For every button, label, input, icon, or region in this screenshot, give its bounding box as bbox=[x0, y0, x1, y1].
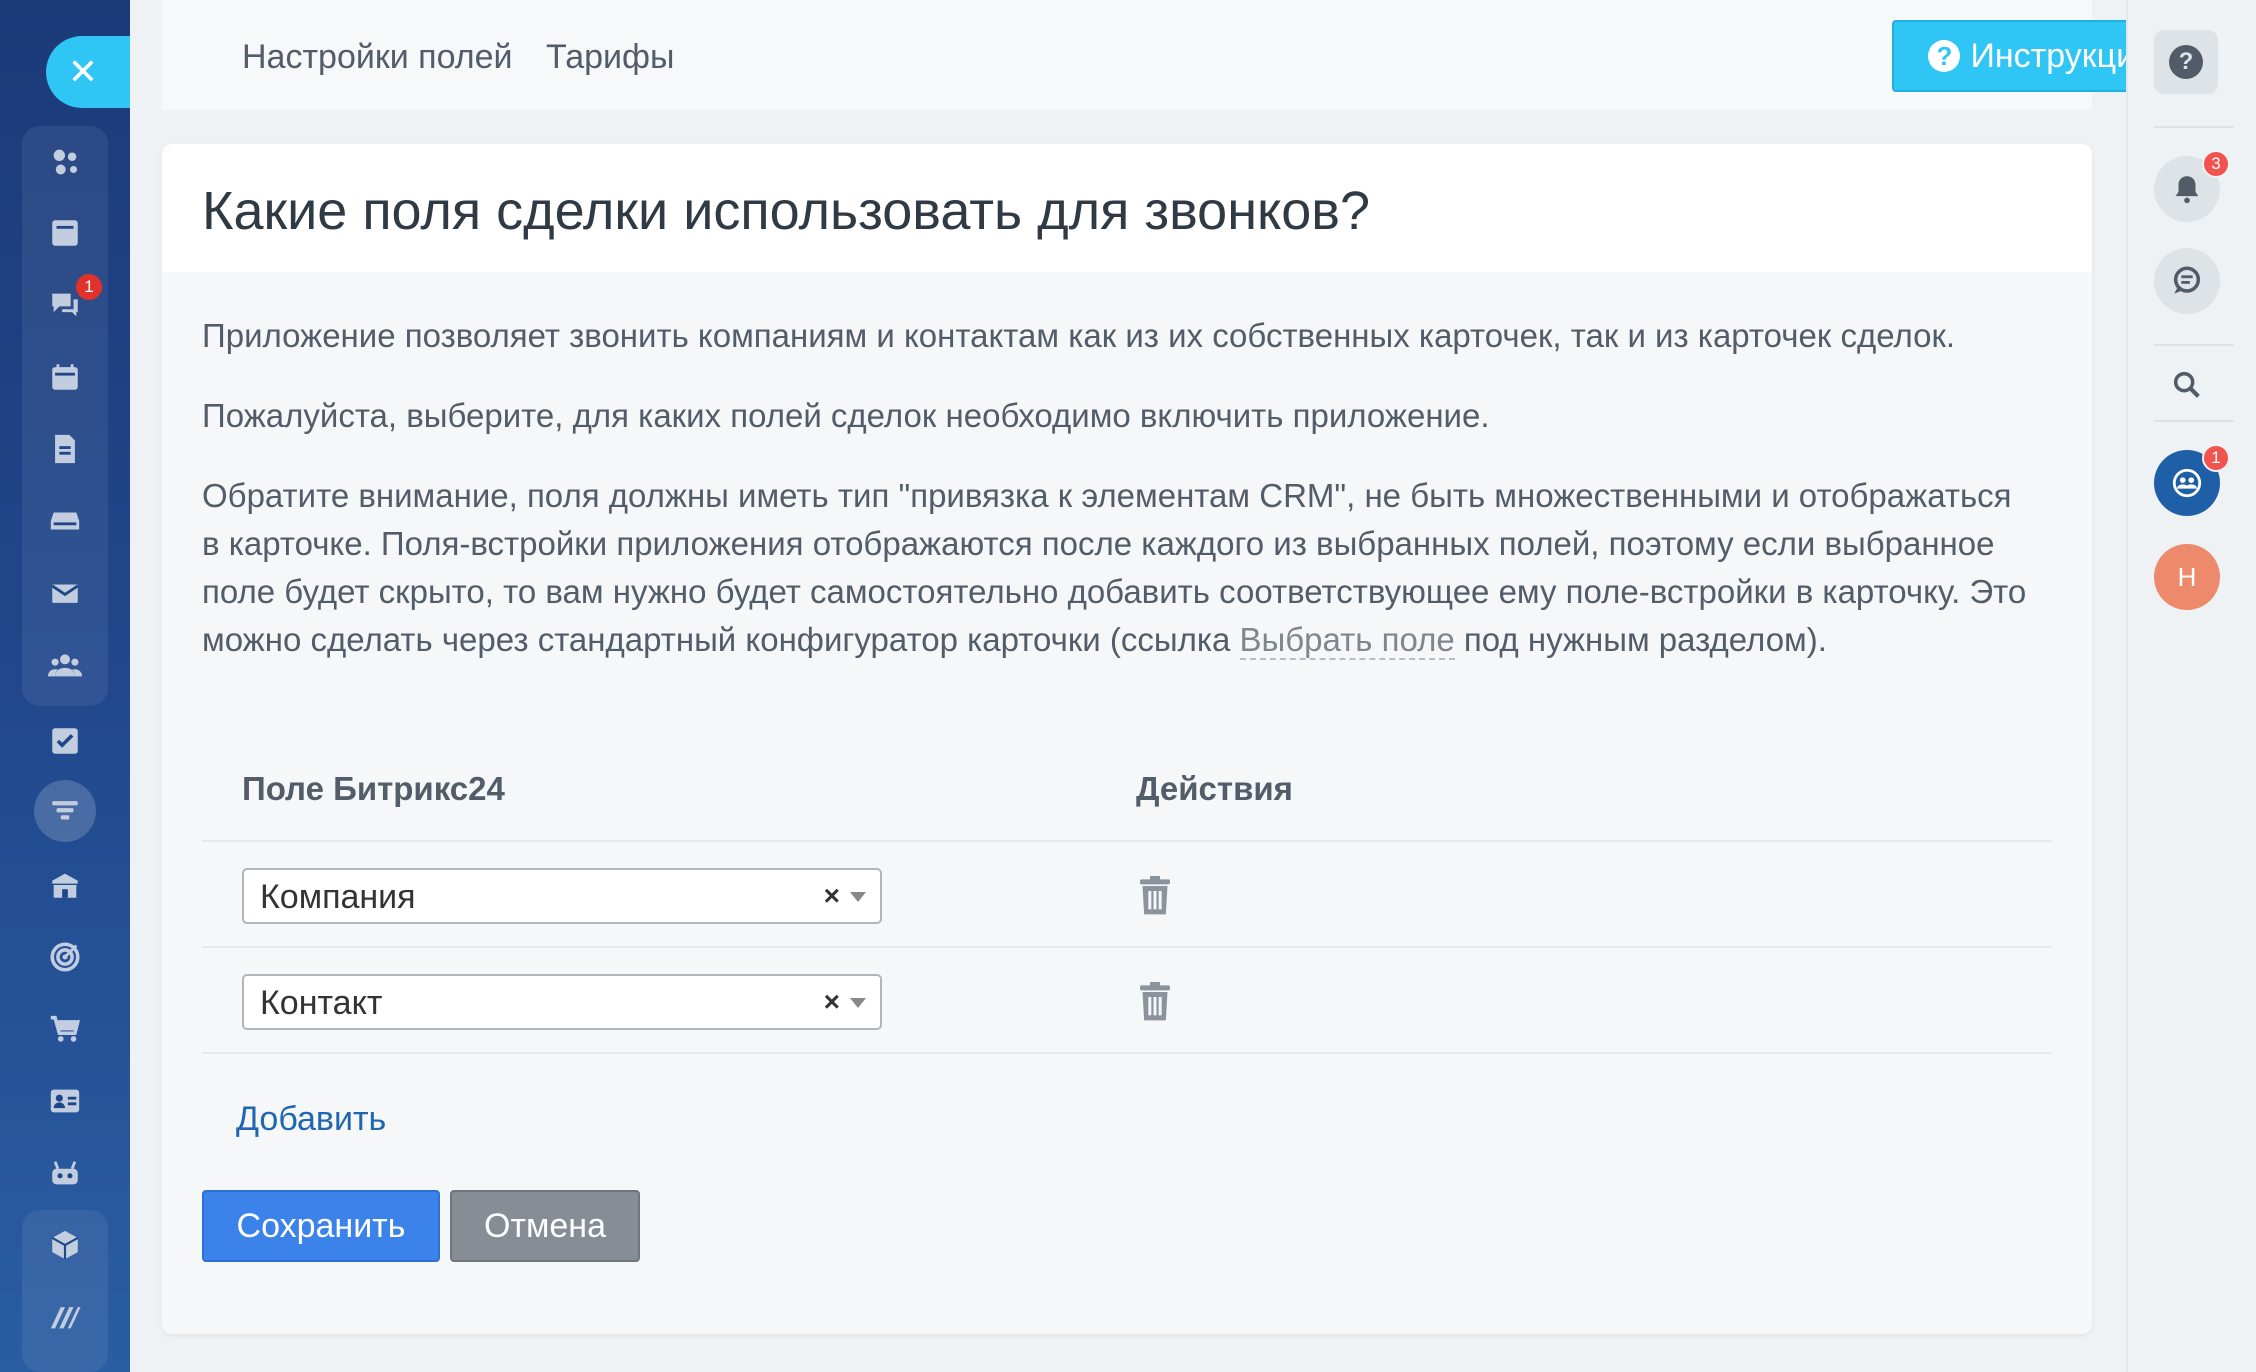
open-lines-badge: 1 bbox=[2202, 444, 2230, 472]
tab-field-settings[interactable]: Настройки полей bbox=[242, 38, 512, 77]
open-lines-icon bbox=[2172, 468, 2202, 498]
notifications-badge: 3 bbox=[2202, 150, 2230, 178]
help-icon: ? bbox=[2169, 45, 2203, 79]
feed-icon[interactable] bbox=[40, 136, 90, 186]
add-field-link[interactable]: Добавить bbox=[236, 1100, 386, 1139]
avatar[interactable]: Н bbox=[2154, 544, 2220, 610]
select-value: Контакт bbox=[260, 984, 383, 1022]
choose-field-link[interactable]: Выбрать поле bbox=[1239, 621, 1455, 660]
group-icon[interactable] bbox=[40, 640, 90, 690]
notifications-button[interactable]: 3 bbox=[2154, 150, 2230, 222]
avatar-initial: Н bbox=[2177, 561, 2197, 592]
field-select-company[interactable]: Компания × bbox=[242, 868, 882, 924]
clear-selection-icon[interactable]: × bbox=[824, 880, 840, 912]
tab-tariffs[interactable]: Тарифы bbox=[546, 38, 674, 77]
divider bbox=[2154, 344, 2234, 346]
calendar-icon[interactable] bbox=[40, 352, 90, 402]
chevron-down-icon[interactable] bbox=[850, 892, 866, 902]
top-panel: Настройки полей Тарифы ? Инструкция bbox=[162, 0, 2190, 110]
chat-badge: 1 bbox=[76, 274, 102, 300]
robot-icon[interactable] bbox=[40, 1148, 90, 1198]
help-circle-icon: ? bbox=[1928, 40, 1961, 72]
open-lines-button[interactable]: 1 bbox=[2154, 444, 2230, 516]
store-icon[interactable] bbox=[40, 860, 90, 910]
select-value: Компания bbox=[260, 878, 416, 916]
crm-funnel-icon[interactable] bbox=[34, 780, 96, 842]
close-icon: ✕ bbox=[67, 51, 99, 92]
bell-icon bbox=[2175, 176, 2199, 204]
help-button[interactable]: ? bbox=[2154, 30, 2218, 94]
left-sidebar: ✕ 1 bbox=[0, 0, 130, 1372]
cart-icon[interactable] bbox=[40, 1004, 90, 1054]
chat-bubble-icon bbox=[2173, 266, 2201, 294]
column-header-actions: Действия bbox=[1136, 770, 1293, 807]
chevron-down-icon[interactable] bbox=[850, 998, 866, 1008]
divider bbox=[2154, 420, 2234, 422]
marketplace-icon[interactable] bbox=[40, 1292, 90, 1342]
mail-icon[interactable] bbox=[40, 568, 90, 618]
column-header-field: Поле Битрикс24 bbox=[242, 770, 505, 807]
box-icon[interactable] bbox=[40, 1220, 90, 1270]
description-paragraph-1: Приложение позволяет звонить компаниям и… bbox=[202, 317, 1956, 354]
note-text-2: под нужным разделом). bbox=[1454, 621, 1827, 658]
messenger-button[interactable] bbox=[2154, 248, 2220, 314]
cancel-button[interactable]: Отмена bbox=[450, 1190, 640, 1262]
table-divider bbox=[202, 840, 2052, 842]
task-icon[interactable] bbox=[40, 716, 90, 766]
table-divider bbox=[202, 946, 2052, 948]
save-button[interactable]: Сохранить bbox=[202, 1190, 440, 1262]
document-icon[interactable] bbox=[40, 424, 90, 474]
table-divider bbox=[202, 1052, 2052, 1054]
field-select-contact[interactable]: Контакт × bbox=[242, 974, 882, 1030]
drive-icon[interactable] bbox=[40, 496, 90, 546]
search-button[interactable] bbox=[2154, 352, 2220, 418]
trash-icon[interactable] bbox=[1138, 982, 1172, 1022]
contact-card-icon[interactable] bbox=[40, 1076, 90, 1126]
target-icon[interactable] bbox=[40, 932, 90, 982]
news-icon[interactable] bbox=[40, 208, 90, 258]
description-paragraph-3: Обратите внимание, поля должны иметь тип… bbox=[202, 472, 2032, 664]
description-paragraph-2: Пожалуйста, выберите, для каких полей сд… bbox=[202, 397, 1490, 434]
chat-icon[interactable]: 1 bbox=[40, 274, 102, 330]
trash-icon[interactable] bbox=[1138, 876, 1172, 916]
page-title: Какие поля сделки использовать для звонк… bbox=[202, 181, 1371, 241]
divider bbox=[2154, 126, 2234, 128]
right-sidebar: ? 3 1 Н bbox=[2126, 0, 2256, 1372]
deal-fields-card: Какие поля сделки использовать для звонк… bbox=[162, 144, 2092, 1334]
search-icon bbox=[2173, 371, 2200, 398]
card-header: Какие поля сделки использовать для звонк… bbox=[162, 144, 2092, 272]
clear-selection-icon[interactable]: × bbox=[824, 986, 840, 1018]
close-menu-button[interactable]: ✕ bbox=[46, 36, 130, 108]
